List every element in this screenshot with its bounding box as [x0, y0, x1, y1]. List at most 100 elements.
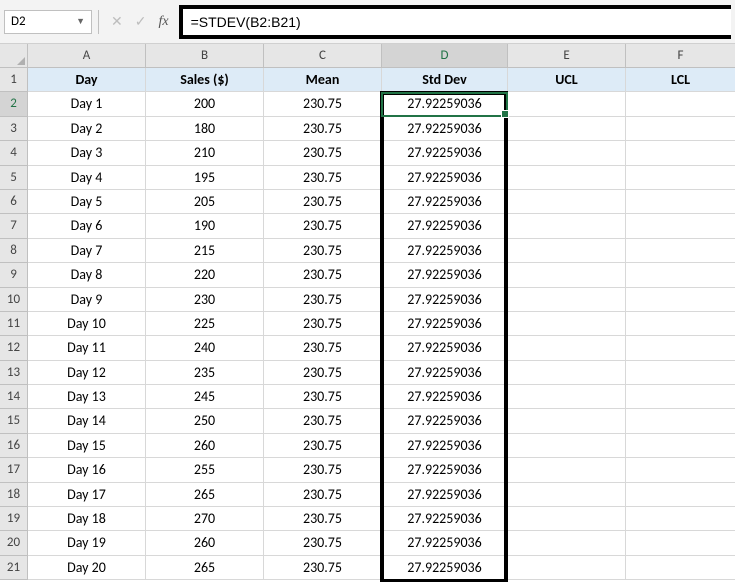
- cell-E10[interactable]: [508, 288, 626, 312]
- cell-D20[interactable]: 27.92259036: [382, 531, 508, 555]
- cell-A20[interactable]: Day 19: [28, 531, 146, 555]
- row-header-19[interactable]: 19: [0, 507, 28, 531]
- cell-B18[interactable]: 265: [146, 483, 264, 507]
- cell-A11[interactable]: Day 10: [28, 312, 146, 336]
- cell-E5[interactable]: [508, 166, 626, 190]
- cell-B12[interactable]: 240: [146, 336, 264, 360]
- cell-F4[interactable]: [626, 141, 735, 165]
- cell-C18[interactable]: 230.75: [264, 483, 382, 507]
- cell-F16[interactable]: [626, 434, 735, 458]
- cell-D19[interactable]: 27.92259036: [382, 507, 508, 531]
- cell-B20[interactable]: 260: [146, 531, 264, 555]
- select-all-button[interactable]: [0, 44, 28, 68]
- row-header-15[interactable]: 15: [0, 409, 28, 433]
- cell-B14[interactable]: 245: [146, 385, 264, 409]
- cell-B7[interactable]: 190: [146, 214, 264, 238]
- cell-C3[interactable]: 230.75: [264, 117, 382, 141]
- cell-D17[interactable]: 27.92259036: [382, 458, 508, 482]
- row-header-5[interactable]: 5: [0, 166, 28, 190]
- cell-C14[interactable]: 230.75: [264, 385, 382, 409]
- row-header-20[interactable]: 20: [0, 531, 28, 555]
- cell-B19[interactable]: 270: [146, 507, 264, 531]
- cell-E16[interactable]: [508, 434, 626, 458]
- cell-D16[interactable]: 27.92259036: [382, 434, 508, 458]
- row-header-8[interactable]: 8: [0, 239, 28, 263]
- cell-A6[interactable]: Day 5: [28, 190, 146, 214]
- cell-A8[interactable]: Day 7: [28, 239, 146, 263]
- column-header-d[interactable]: D: [382, 44, 508, 68]
- cell-F3[interactable]: [626, 117, 735, 141]
- cell-D7[interactable]: 27.92259036: [382, 214, 508, 238]
- cell-D15[interactable]: 27.92259036: [382, 409, 508, 433]
- cell-C1[interactable]: Mean: [264, 68, 382, 92]
- row-header-12[interactable]: 12: [0, 336, 28, 360]
- column-header-a[interactable]: A: [28, 44, 146, 68]
- cell-E1[interactable]: UCL: [508, 68, 626, 92]
- cell-E6[interactable]: [508, 190, 626, 214]
- cell-A14[interactable]: Day 13: [28, 385, 146, 409]
- cell-A4[interactable]: Day 3: [28, 141, 146, 165]
- cell-E21[interactable]: [508, 556, 626, 580]
- cell-E9[interactable]: [508, 263, 626, 287]
- cell-E12[interactable]: [508, 336, 626, 360]
- row-header-17[interactable]: 17: [0, 458, 28, 482]
- cell-F9[interactable]: [626, 263, 735, 287]
- name-box[interactable]: D2 ▼: [4, 10, 92, 34]
- cell-A18[interactable]: Day 17: [28, 483, 146, 507]
- cell-A21[interactable]: Day 20: [28, 556, 146, 580]
- cell-A17[interactable]: Day 16: [28, 458, 146, 482]
- cell-F12[interactable]: [626, 336, 735, 360]
- row-header-10[interactable]: 10: [0, 288, 28, 312]
- cell-E15[interactable]: [508, 409, 626, 433]
- cell-F17[interactable]: [626, 458, 735, 482]
- cell-F20[interactable]: [626, 531, 735, 555]
- cell-C11[interactable]: 230.75: [264, 312, 382, 336]
- column-header-e[interactable]: E: [508, 44, 626, 68]
- cell-A7[interactable]: Day 6: [28, 214, 146, 238]
- cell-C17[interactable]: 230.75: [264, 458, 382, 482]
- cell-E11[interactable]: [508, 312, 626, 336]
- cell-B11[interactable]: 225: [146, 312, 264, 336]
- formula-input[interactable]: [183, 14, 731, 30]
- cell-D14[interactable]: 27.92259036: [382, 385, 508, 409]
- cell-D9[interactable]: 27.92259036: [382, 263, 508, 287]
- row-header-9[interactable]: 9: [0, 263, 28, 287]
- cell-C10[interactable]: 230.75: [264, 288, 382, 312]
- cell-D1[interactable]: Std Dev: [382, 68, 508, 92]
- cell-A19[interactable]: Day 18: [28, 507, 146, 531]
- cell-E8[interactable]: [508, 239, 626, 263]
- cell-B2[interactable]: 200: [146, 92, 264, 116]
- cell-F21[interactable]: [626, 556, 735, 580]
- row-header-7[interactable]: 7: [0, 214, 28, 238]
- row-header-16[interactable]: 16: [0, 434, 28, 458]
- cell-B8[interactable]: 215: [146, 239, 264, 263]
- cancel-icon[interactable]: ✕: [111, 13, 123, 30]
- cell-C6[interactable]: 230.75: [264, 190, 382, 214]
- cell-D10[interactable]: 27.92259036: [382, 288, 508, 312]
- cell-D2[interactable]: 27.92259036: [382, 92, 508, 116]
- cell-C7[interactable]: 230.75: [264, 214, 382, 238]
- cell-E20[interactable]: [508, 531, 626, 555]
- cell-F13[interactable]: [626, 361, 735, 385]
- cell-E14[interactable]: [508, 385, 626, 409]
- cell-A2[interactable]: Day 1: [28, 92, 146, 116]
- cell-F11[interactable]: [626, 312, 735, 336]
- cell-D3[interactable]: 27.92259036: [382, 117, 508, 141]
- cell-C19[interactable]: 230.75: [264, 507, 382, 531]
- cell-A13[interactable]: Day 12: [28, 361, 146, 385]
- cell-B17[interactable]: 255: [146, 458, 264, 482]
- cell-C2[interactable]: 230.75: [264, 92, 382, 116]
- cell-F7[interactable]: [626, 214, 735, 238]
- cell-F2[interactable]: [626, 92, 735, 116]
- row-header-1[interactable]: 1: [0, 68, 28, 92]
- cell-D13[interactable]: 27.92259036: [382, 361, 508, 385]
- cell-E18[interactable]: [508, 483, 626, 507]
- cell-D18[interactable]: 27.92259036: [382, 483, 508, 507]
- cell-F6[interactable]: [626, 190, 735, 214]
- row-header-2[interactable]: 2: [0, 92, 28, 116]
- cell-E13[interactable]: [508, 361, 626, 385]
- cell-F18[interactable]: [626, 483, 735, 507]
- cell-B13[interactable]: 235: [146, 361, 264, 385]
- cell-E7[interactable]: [508, 214, 626, 238]
- cell-A12[interactable]: Day 11: [28, 336, 146, 360]
